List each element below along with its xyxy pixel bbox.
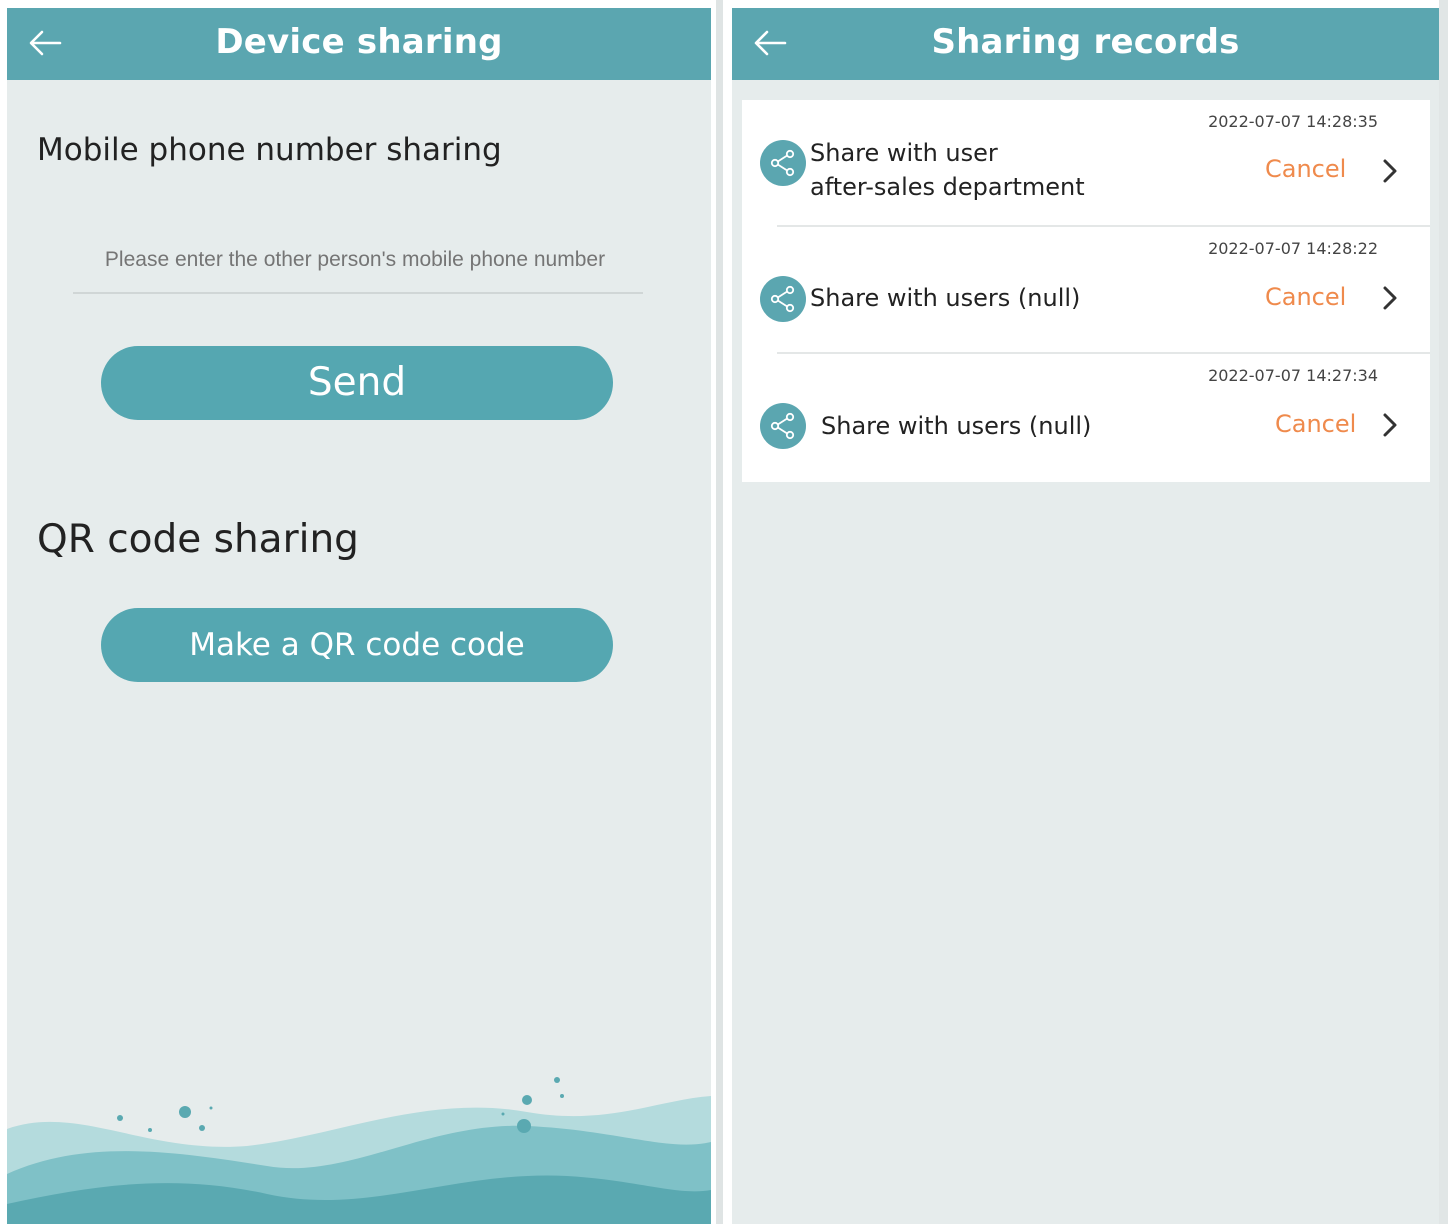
page-title: Sharing records (931, 22, 1240, 62)
divider-line (716, 0, 723, 1224)
records-list: 2022-07-07 14:28:35 Share with user afte… (742, 100, 1430, 482)
cancel-link[interactable]: Cancel (1275, 410, 1356, 438)
page-title: Device sharing (215, 22, 503, 62)
share-icon (760, 140, 806, 186)
chevron-right-icon[interactable] (1382, 285, 1398, 311)
sharing-records-screen: Sharing records 2022-07-07 14:28:35 Shar… (732, 8, 1439, 1224)
wave-decoration (7, 1077, 711, 1224)
record-timestamp: 2022-07-07 14:27:34 (1208, 366, 1378, 385)
qr-sharing-heading: QR code sharing (37, 517, 359, 562)
record-row[interactable]: 2022-07-07 14:28:22 Share with users (nu… (742, 227, 1430, 354)
record-timestamp: 2022-07-07 14:28:35 (1208, 112, 1378, 131)
mobile-sharing-heading: Mobile phone number sharing (37, 132, 502, 168)
make-qr-code-button[interactable]: Make a QR code code (101, 608, 613, 682)
send-button[interactable]: Send (101, 346, 613, 420)
record-title: Share with users (null) (810, 284, 1081, 312)
share-icon (760, 403, 806, 449)
share-icon (760, 276, 806, 322)
device-sharing-screen: Device sharing Mobile phone number shari… (7, 8, 711, 1224)
chevron-right-icon[interactable] (1382, 158, 1398, 184)
record-subtitle: after-sales department (810, 173, 1085, 201)
phone-number-input[interactable] (45, 248, 665, 272)
record-row[interactable]: 2022-07-07 14:27:34 Share with users (nu… (742, 354, 1430, 481)
record-row[interactable]: 2022-07-07 14:28:35 Share with user afte… (742, 100, 1430, 227)
input-underline (73, 292, 643, 294)
cancel-link[interactable]: Cancel (1265, 155, 1346, 183)
header: Device sharing (7, 8, 711, 80)
record-title: Share with user (810, 139, 998, 167)
chevron-right-icon[interactable] (1382, 412, 1398, 438)
record-title: Share with users (null) (821, 412, 1092, 440)
header: Sharing records (732, 8, 1439, 80)
cancel-link[interactable]: Cancel (1265, 283, 1346, 311)
right-edge (1439, 0, 1448, 1224)
record-timestamp: 2022-07-07 14:28:22 (1208, 239, 1378, 258)
